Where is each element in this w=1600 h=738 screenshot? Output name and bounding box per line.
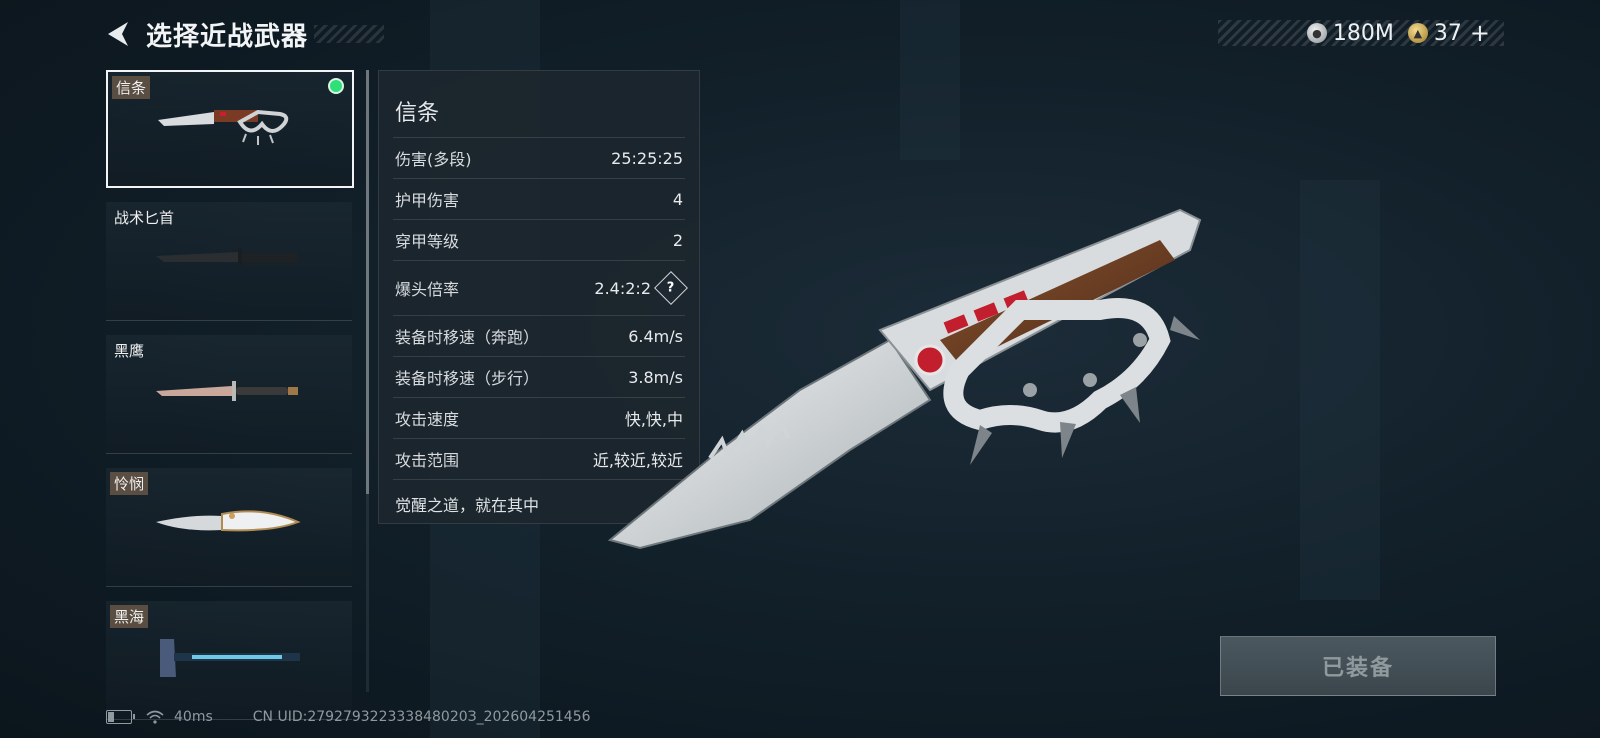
gold-coin-icon: ▲ bbox=[1407, 23, 1428, 43]
stat-value: 25:25:25 bbox=[611, 148, 683, 168]
header: 选择近战武器 bbox=[102, 14, 385, 54]
currency-bar: ● 180M ▲ 37 + bbox=[1218, 19, 1504, 47]
weapon-card-tactical-dagger[interactable]: 战术匕首 bbox=[106, 202, 352, 321]
weapon-card-black-hawk[interactable]: 黑鹰 bbox=[106, 335, 352, 454]
weapon-label: 黑鹰 bbox=[114, 342, 145, 360]
stat-key: 攻击范围 bbox=[395, 451, 460, 470]
weapon-label: 战术匕首 bbox=[114, 209, 175, 227]
stat-key: 穿甲等级 bbox=[395, 232, 460, 251]
weapon-card-black-sea[interactable]: 黑海 bbox=[106, 601, 352, 720]
ping-value: 40ms bbox=[174, 709, 213, 725]
weapon-label: 黑海 bbox=[110, 605, 149, 628]
weapon-list-scroll-thumb[interactable] bbox=[366, 70, 369, 494]
black-hawk-knife-thumbnail bbox=[156, 381, 298, 401]
page-title: 选择近战武器 bbox=[146, 21, 309, 52]
stat-key: 装备时移速（奔跑） bbox=[395, 328, 540, 347]
stat-key: 伤害(多段) bbox=[395, 150, 472, 169]
weapon-label: 信条 bbox=[112, 76, 151, 99]
silver-coin-icon: ● bbox=[1306, 23, 1327, 43]
stat-key: 攻击速度 bbox=[395, 410, 460, 429]
status-bar: 40ms CN UID:279279322333848020З_20260425… bbox=[106, 706, 591, 728]
battery-icon bbox=[106, 710, 135, 724]
battery-level-fill bbox=[108, 712, 115, 722]
tactical-dagger-thumbnail bbox=[156, 248, 298, 266]
mercy-knife-thumbnail bbox=[156, 510, 301, 532]
weapon-label: 怜悯 bbox=[110, 472, 149, 495]
gold-amount: 37 bbox=[1433, 20, 1462, 46]
stat-key: 爆头倍率 bbox=[395, 280, 460, 299]
stat-key: 护甲伤害 bbox=[395, 191, 460, 210]
user-uid: CN UID:279279322333848020З_202604251456 bbox=[252, 709, 591, 725]
stat-row: 伤害(多段) 25:25:25 bbox=[393, 138, 685, 179]
stat-key: 装备时移速（步行） bbox=[395, 369, 540, 388]
weapon-list: 信条 战术匕首 黑鹰 怜悯 黑海 bbox=[106, 70, 356, 734]
equipped-button-label: 已装备 bbox=[1321, 656, 1394, 681]
knuckle-knife-thumbnail bbox=[158, 109, 289, 145]
weapon-card-xintiao[interactable]: 信条 bbox=[106, 70, 354, 188]
weapon-preview-knuckle-knife bbox=[607, 208, 1202, 550]
silver-amount: 180M bbox=[1332, 20, 1394, 46]
black-sea-axe-thumbnail bbox=[160, 639, 300, 677]
equipped-indicator-icon bbox=[328, 78, 344, 94]
weapon-name: 信条 bbox=[393, 71, 685, 138]
equipped-button[interactable]: 已装备 bbox=[1220, 636, 1496, 696]
wifi-icon bbox=[146, 710, 164, 724]
back-button[interactable] bbox=[102, 16, 134, 52]
weapon-card-mercy[interactable]: 怜悯 bbox=[106, 468, 352, 587]
title-decoration bbox=[314, 25, 385, 43]
back-arrow-icon bbox=[108, 22, 128, 46]
add-currency-button[interactable]: + bbox=[1470, 19, 1490, 47]
